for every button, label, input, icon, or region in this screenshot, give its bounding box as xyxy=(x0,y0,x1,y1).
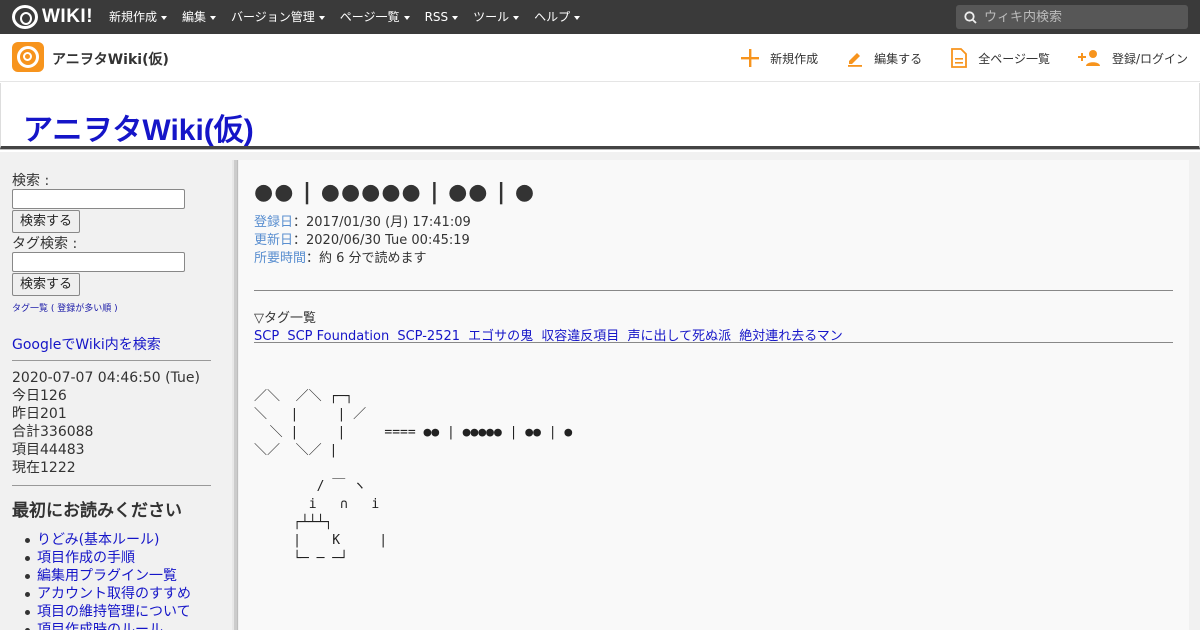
list-item[interactable]: 編集用プラグイン一覧 xyxy=(12,567,191,585)
tag-list-toggle[interactable]: ▽タグ一覧 xyxy=(254,307,316,326)
sidebar-divider-line xyxy=(12,360,211,361)
wiki-name[interactable]: アニヲタWiki(仮) xyxy=(52,49,169,69)
site-title[interactable]: アニヲタWiki(仮) xyxy=(23,105,254,149)
caret-down-icon xyxy=(403,15,410,20)
stat-current: 現在1222 xyxy=(12,460,76,476)
wiki-header-bar: アニヲタWiki(仮) 新規作成 編集する 全ページ一覧 登録/ログイン xyxy=(0,34,1200,82)
reading-time: 所要時間：約 6 分で読めます xyxy=(254,247,427,266)
updated-value: ：2020/06/30 Tue 00:45:19 xyxy=(293,233,470,248)
list-item[interactable]: 項目作成時のルール xyxy=(12,621,191,630)
menu-help[interactable]: ヘルプ xyxy=(534,0,581,34)
at-sign-icon xyxy=(12,5,38,29)
register-login-button[interactable]: 登録/ログイン xyxy=(1077,49,1188,67)
menu-label: RSS xyxy=(424,10,449,24)
read-first-heading: 最初にお読みください xyxy=(12,501,182,521)
search-label: 検索 : xyxy=(12,173,50,189)
caret-down-icon xyxy=(161,15,168,20)
sidebar-search-button[interactable]: 検索する xyxy=(12,210,80,233)
top-menu: 新規作成 編集 バージョン管理 ページ一覧 RSS ツール ヘルプ xyxy=(109,0,595,34)
wiki-logo-icon[interactable] xyxy=(12,42,44,72)
stat-yesterday: 昨日201 xyxy=(12,406,67,422)
sidebar: 検索 : 検索する タグ検索 : 検索する タグ一覧 ( 登録が多い順 ) Go… xyxy=(0,152,232,630)
registered-key: 登録日 xyxy=(254,215,294,230)
caret-down-icon xyxy=(513,15,520,20)
sidebar-search-input[interactable] xyxy=(12,189,185,209)
tag-list-link[interactable]: タグ一覧 ( 登録が多い順 ) xyxy=(12,301,118,314)
ascii-art-header: ／＼ ／＼ ┌─┐ ＼ | | ／ ＼ | | ==== ●● | ●●●●● … xyxy=(254,389,573,458)
plus-icon xyxy=(741,49,760,67)
search-icon xyxy=(964,10,977,24)
new-page-label: 新規作成 xyxy=(770,51,819,66)
updated-key: 更新日 xyxy=(254,233,294,248)
google-search-link[interactable]: GoogleでWiki内を検索 xyxy=(12,334,161,354)
top-navigation-bar: WIKI! 新規作成 編集 バージョン管理 ページ一覧 RSS ツール ヘルプ xyxy=(0,0,1200,34)
read-first-list: りどみ(基本ルール) 項目作成の手順 編集用プラグイン一覧 アカウント取得のすす… xyxy=(12,531,191,630)
page-body: 検索 : 検索する タグ検索 : 検索する タグ一覧 ( 登録が多い順 ) Go… xyxy=(0,152,1200,630)
caret-down-icon xyxy=(452,15,459,20)
wiki-search-box xyxy=(956,5,1188,29)
menu-tools[interactable]: ツール xyxy=(473,0,520,34)
page-title: ●● | ●●●●● | ●● | ● xyxy=(254,180,536,205)
list-item[interactable]: 項目の維持管理について xyxy=(12,603,191,621)
register-login-label: 登録/ログイン xyxy=(1111,51,1188,66)
menu-edit[interactable]: 編集 xyxy=(182,0,217,34)
tag-search-button[interactable]: 検索する xyxy=(12,273,80,296)
content-divider xyxy=(254,342,1173,343)
site-title-bar: アニヲタWiki(仮) xyxy=(0,83,1200,149)
reading-time-key: 所要時間 xyxy=(254,251,307,266)
stat-total: 合計336088 xyxy=(12,424,94,440)
menu-label: ツール xyxy=(473,10,510,24)
pencil-icon xyxy=(848,53,863,67)
updated-date: 更新日：2020/06/30 Tue 00:45:19 xyxy=(254,229,470,248)
registered-date: 登録日：2017/01/30 (月) 17:41:09 xyxy=(254,211,471,230)
tag-search-label: タグ検索 : xyxy=(12,236,78,252)
server-datetime: 2020-07-07 04:46:50 (Tue) xyxy=(12,370,200,386)
caret-down-icon xyxy=(318,15,325,20)
stat-items: 項目44483 xyxy=(12,442,85,458)
new-page-button[interactable]: 新規作成 xyxy=(740,48,818,68)
menu-label: ページ一覧 xyxy=(339,10,400,24)
menu-pagelist[interactable]: ページ一覧 xyxy=(340,0,410,34)
menu-rss[interactable]: RSS xyxy=(425,0,459,34)
menu-label: 編集 xyxy=(182,10,207,24)
edit-page-label: 編集する xyxy=(874,51,923,66)
wiki-search-input[interactable] xyxy=(984,9,1174,25)
reading-time-value: ：約 6 分で読めます xyxy=(306,251,427,266)
all-pages-button[interactable]: 全ページ一覧 xyxy=(950,48,1050,68)
list-item[interactable]: アカウント取得のすすめ xyxy=(12,585,191,603)
stat-today: 今日126 xyxy=(12,388,67,404)
add-user-icon xyxy=(1077,50,1100,66)
document-icon xyxy=(951,48,968,68)
caret-down-icon xyxy=(210,15,217,20)
main-content: ●● | ●●●●● | ●● | ● 登録日：2017/01/30 (月) 1… xyxy=(239,160,1189,630)
all-pages-label: 全ページ一覧 xyxy=(978,51,1050,66)
sidebar-resize-bar xyxy=(232,160,238,630)
edit-page-button[interactable]: 編集する xyxy=(846,49,922,67)
header-actions: 新規作成 編集する 全ページ一覧 登録/ログイン xyxy=(712,34,1188,82)
menu-label: バージョン管理 xyxy=(231,10,315,24)
atwiki-logo[interactable]: WIKI! xyxy=(12,5,93,29)
list-item[interactable]: りどみ(基本ルール) xyxy=(12,531,191,549)
logo-text: WIKI! xyxy=(42,6,94,27)
registered-value: ：2017/01/30 (月) 17:41:09 xyxy=(293,215,471,230)
ascii-art-figure: / ￣ ヽ i ∩ i ┌┴┴┴┐ | K | └─ ─ ─┘ xyxy=(293,479,388,566)
tag-search-input[interactable] xyxy=(12,252,185,272)
sidebar-divider-line xyxy=(12,485,211,486)
menu-label: 新規作成 xyxy=(109,10,158,24)
title-divider xyxy=(0,149,1200,150)
menu-new[interactable]: 新規作成 xyxy=(109,0,168,34)
caret-down-icon xyxy=(574,15,581,20)
content-divider xyxy=(254,290,1173,291)
menu-version[interactable]: バージョン管理 xyxy=(231,0,325,34)
menu-label: ヘルプ xyxy=(534,10,571,24)
list-item[interactable]: 項目作成の手順 xyxy=(12,549,191,567)
